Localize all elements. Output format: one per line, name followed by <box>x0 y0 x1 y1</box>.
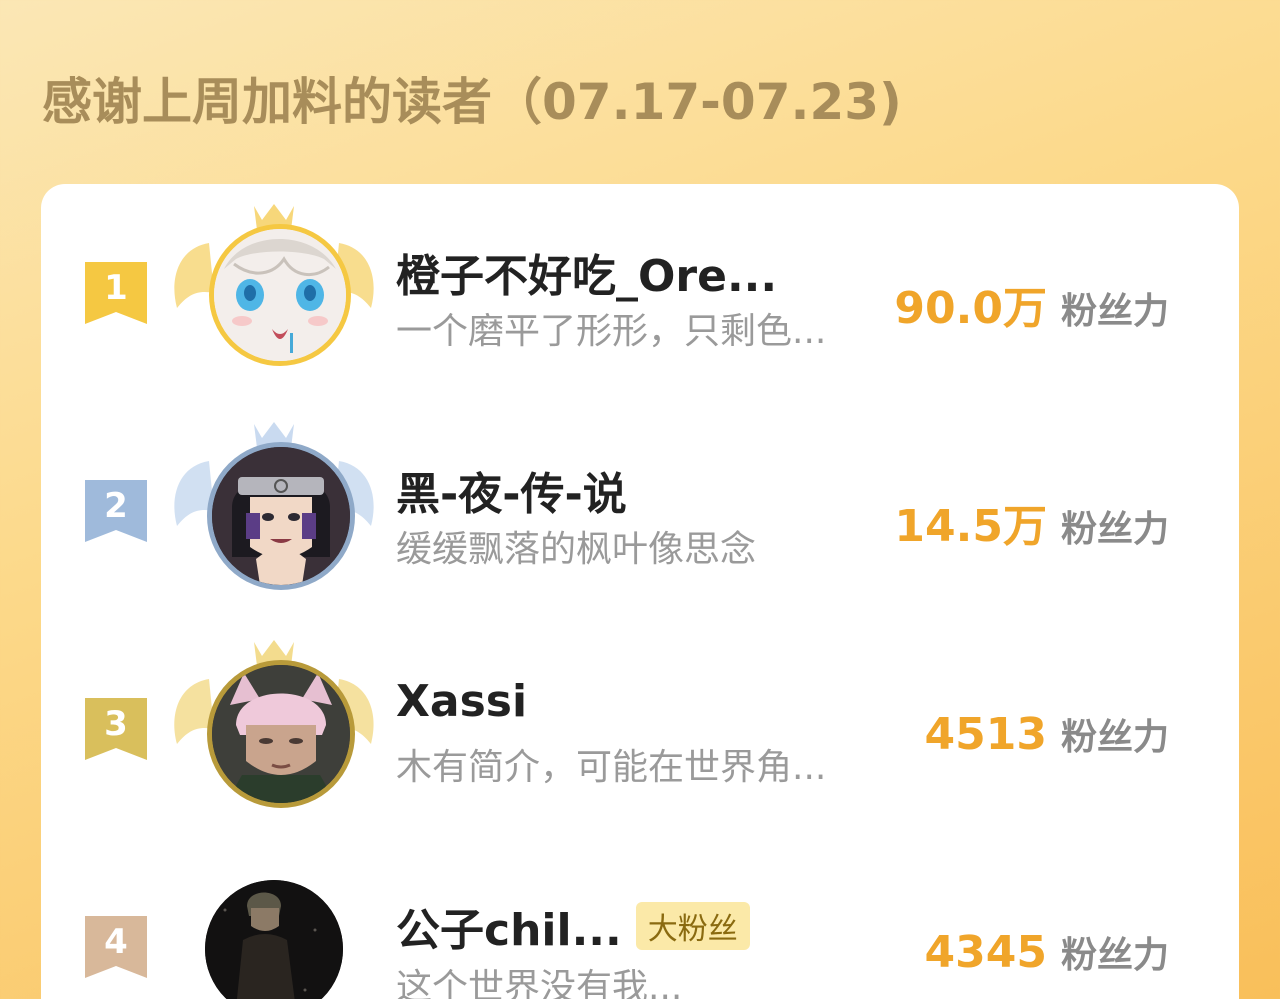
username[interactable]: Xassi <box>396 676 527 727</box>
score-value: 4513 <box>924 709 1047 760</box>
username[interactable]: 黑-夜-传-说 <box>396 458 627 522</box>
avatar[interactable] <box>209 224 351 366</box>
score-unit: 粉丝力 <box>1060 509 1169 550</box>
fan-power-score: 4345 粉丝力 <box>925 926 1169 978</box>
pink-hair-icon <box>212 665 350 803</box>
avatar[interactable] <box>207 660 355 808</box>
rank-badge: 4 <box>85 916 147 978</box>
score-unit: 粉丝力 <box>1060 291 1169 332</box>
username[interactable]: 公子chil... 大粉丝 <box>396 894 750 958</box>
score-value: 14.5万 <box>894 501 1047 552</box>
reader-row[interactable]: 1 橙子不好吃_Ore... 一个磨平了形形，只剩色... 90.0万 粉丝力 <box>41 194 1239 394</box>
fan-power-score: 14.5万 粉丝力 <box>894 490 1169 554</box>
rank-badge: 1 <box>85 262 147 324</box>
user-bio: 一个磨平了形形，只剩色... <box>396 311 827 352</box>
username-text[interactable]: 公子chil... <box>396 905 622 956</box>
score-unit: 粉丝力 <box>1060 717 1169 758</box>
user-bio: 缓缓飘落的枫叶像思念 <box>396 529 757 570</box>
rank-number: 2 <box>104 486 128 526</box>
score-value: 4345 <box>924 927 1047 978</box>
rank-number: 3 <box>104 704 128 744</box>
rank-badge: 3 <box>85 698 147 760</box>
rank-number: 1 <box>104 268 128 308</box>
reader-row[interactable]: 2 黑-夜-传-说 缓缓飘落的枫叶像思念 14.5万 粉丝力 <box>41 412 1239 612</box>
avatar[interactable] <box>207 442 355 590</box>
fan-power-score: 90.0万 粉丝力 <box>894 272 1169 336</box>
fan-power-score: 4513 粉丝力 <box>925 708 1169 760</box>
avatar[interactable] <box>205 880 343 999</box>
score-unit: 粉丝力 <box>1060 935 1169 976</box>
rank-number: 4 <box>104 922 128 962</box>
rank-badge: 2 <box>85 480 147 542</box>
user-bio: 木有简介，可能在世界角... <box>396 747 827 788</box>
username[interactable]: 橙子不好吃_Ore... <box>396 240 777 304</box>
dark-silhouette-icon <box>205 880 343 999</box>
reader-row[interactable]: 3 Xassi 木有简介，可能在世界角... 4513 粉丝力 <box>41 630 1239 830</box>
user-bio: 这个世界没有我... <box>396 967 683 999</box>
page-title: 感谢上周加料的读者（07.17-07.23) <box>42 73 902 131</box>
reader-list-card: 1 橙子不好吃_Ore... 一个磨平了形形，只剩色... 90.0万 粉丝力 … <box>41 184 1239 999</box>
reader-row[interactable]: 4 公子chil... 大粉丝 这个世界没有我... 4345 粉丝力 <box>41 848 1239 999</box>
ninja-icon <box>212 447 350 585</box>
fan-level-badge: 大粉丝 <box>635 902 750 950</box>
anime-girl-icon <box>214 229 346 361</box>
score-value: 90.0万 <box>894 283 1047 334</box>
